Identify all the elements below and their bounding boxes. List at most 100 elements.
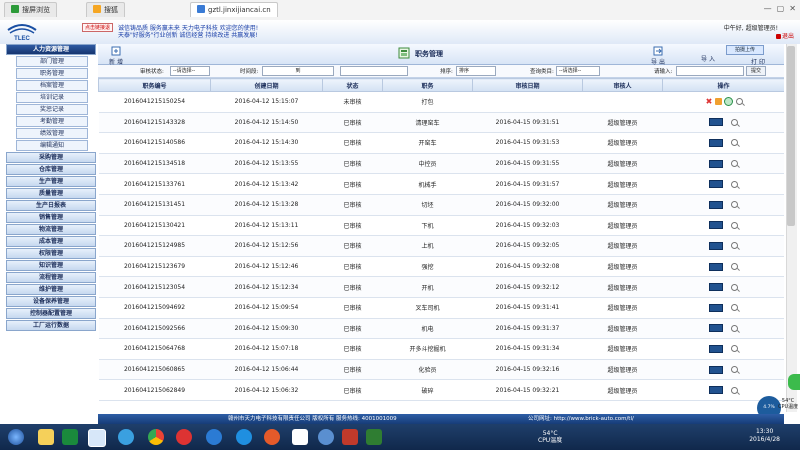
sidebar-item-training[interactable]: 培训记录 <box>16 92 88 103</box>
table-row[interactable]: 2016041215134518 2016-04-12 15:13:55 已审核 中控… <box>98 153 784 175</box>
wps-icon[interactable] <box>342 429 358 445</box>
search-icon[interactable] <box>731 366 738 374</box>
browser-icon[interactable] <box>62 429 78 445</box>
table-row[interactable]: 2016041215062849 2016-04-12 15:06:32 已审核 破碎… <box>98 379 784 401</box>
view-detail-button[interactable] <box>709 241 723 250</box>
search-icon[interactable] <box>731 221 738 229</box>
sidebar-group-quality[interactable]: 质量管理 <box>6 188 96 199</box>
sidebar-group-warehouse[interactable]: 仓库管理 <box>6 164 96 175</box>
search-icon[interactable] <box>731 345 738 353</box>
view-detail-button[interactable] <box>709 262 723 271</box>
export-button[interactable]: 导 出 <box>646 46 670 66</box>
edit-icon[interactable] <box>714 98 722 106</box>
sohu-icon[interactable] <box>88 429 106 447</box>
media-player-icon[interactable] <box>176 429 192 445</box>
sidebar-group-logistics[interactable]: 物流管理 <box>6 224 96 235</box>
search-icon[interactable] <box>731 118 738 126</box>
search-icon[interactable] <box>731 386 738 394</box>
delete-icon[interactable]: ✖ <box>706 98 713 106</box>
column-header[interactable]: 职务 <box>382 78 473 92</box>
header-badge[interactable]: 点击链接退 <box>82 23 114 32</box>
sidebar-group-cost[interactable]: 成本管理 <box>6 236 96 247</box>
k-app-icon[interactable] <box>206 429 222 445</box>
table-row[interactable]: 2016041215140586 2016-04-12 15:14:30 已审核 开窑… <box>98 132 784 154</box>
explorer-icon[interactable] <box>38 429 54 445</box>
table-row[interactable]: 2016041215092566 2016-04-12 15:09:30 已审核 机电… <box>98 318 784 340</box>
view-detail-button[interactable] <box>709 221 723 230</box>
column-header[interactable]: 状态 <box>322 78 383 92</box>
sidebar-item-position[interactable]: 职务管理 <box>16 68 88 79</box>
view-detail-button[interactable] <box>709 138 723 147</box>
cloud-icon[interactable] <box>118 429 134 445</box>
table-row[interactable]: 2016041215123054 2016-04-12 15:12:34 已审核 开机… <box>98 276 784 298</box>
k-app-icon[interactable] <box>236 429 252 445</box>
time-end-input[interactable] <box>340 66 408 76</box>
window-controls[interactable]: — ▢ ✕ <box>764 4 796 13</box>
system-clock[interactable]: 13:30 2016/4/28 <box>749 428 780 444</box>
view-detail-button[interactable] <box>709 365 723 374</box>
table-row[interactable]: 2016041215143328 2016-04-12 15:14:50 已审核 清理… <box>98 112 784 134</box>
sidebar-group-purchase[interactable]: 采购管理 <box>6 152 96 163</box>
sort-select[interactable]: 排序 <box>456 66 496 76</box>
view-detail-button[interactable] <box>709 200 723 209</box>
table-row[interactable]: 2016041215130421 2016-04-12 15:13:11 已审核 下机… <box>98 215 784 237</box>
keyword-input[interactable] <box>676 66 744 76</box>
search-icon[interactable] <box>731 201 738 209</box>
query-category-select[interactable]: --请选择-- <box>556 66 600 76</box>
sidebar-group-hr[interactable]: 人力资源管理 <box>6 44 96 55</box>
sidebar-group-controller[interactable]: 控制器配置管理 <box>6 308 96 319</box>
view-detail-button[interactable] <box>709 303 723 312</box>
search-icon[interactable] <box>731 160 738 168</box>
table-row[interactable]: 2016041215123679 2016-04-12 15:12:46 已审核 强挖… <box>98 256 784 278</box>
sidebar-item-attendance[interactable]: 考勤管理 <box>16 116 88 127</box>
capture-upload-button[interactable]: 拍摄上传 <box>726 45 764 55</box>
table-row[interactable]: 2016041215064768 2016-04-12 15:07:18 已审核 开多… <box>98 338 784 360</box>
search-icon[interactable] <box>735 98 743 106</box>
sidebar-group-permission[interactable]: 权限管理 <box>6 248 96 259</box>
sidebar-group-factory-data[interactable]: 工厂运行数据 <box>6 320 96 331</box>
table-row[interactable]: 2016041215150254 2016-04-12 15:15:07 未审核 打包… <box>98 91 784 113</box>
app-icon[interactable] <box>318 429 334 445</box>
sidebar-group-equipment[interactable]: 设备保养管理 <box>6 296 96 307</box>
column-header[interactable]: 创建日期 <box>210 78 323 92</box>
scrollbar-thumb[interactable] <box>787 46 795 226</box>
sidebar-item-performance[interactable]: 绩效管理 <box>16 128 88 139</box>
table-row[interactable]: 2016041215124985 2016-04-12 15:12:56 已审核 上机… <box>98 235 784 257</box>
table-row[interactable]: 2016041215131451 2016-04-12 15:13:28 已审核 切坯… <box>98 194 784 216</box>
sidebar-group-production[interactable]: 生产管理 <box>6 176 96 187</box>
column-header[interactable]: 审核日期 <box>472 78 583 92</box>
view-detail-button[interactable] <box>709 118 723 127</box>
approve-icon[interactable] <box>723 97 733 107</box>
new-button[interactable]: 新 增 <box>104 46 128 66</box>
red-app-icon[interactable] <box>264 429 280 445</box>
view-detail-button[interactable] <box>709 344 723 353</box>
sidebar-group-maintenance[interactable]: 维护管理 <box>6 284 96 295</box>
view-detail-button[interactable] <box>709 180 723 189</box>
view-detail-button[interactable] <box>709 386 723 395</box>
table-row[interactable]: 2016041215133761 2016-04-12 15:13:42 已审核 机械… <box>98 173 784 195</box>
side-floating-tab[interactable] <box>788 374 800 390</box>
search-icon[interactable] <box>731 242 738 250</box>
view-detail-button[interactable] <box>709 159 723 168</box>
view-detail-button[interactable] <box>709 324 723 333</box>
submit-button[interactable]: 提交 <box>746 66 766 76</box>
sidebar-group-daily-report[interactable]: 生产日报表 <box>6 200 96 211</box>
sidebar-item-reward[interactable]: 奖惩记录 <box>16 104 88 115</box>
browser-tab-2[interactable]: 搜狐 <box>86 2 125 17</box>
sidebar-item-dept[interactable]: 部门管理 <box>16 56 88 67</box>
search-icon[interactable] <box>731 263 738 271</box>
search-icon[interactable] <box>731 180 738 188</box>
sidebar-item-archive[interactable]: 档案管理 <box>16 80 88 91</box>
table-row[interactable]: 2016041215060865 2016-04-12 15:06:44 已审核 化验… <box>98 359 784 381</box>
view-detail-button[interactable] <box>709 283 723 292</box>
sidebar-group-sales[interactable]: 销售管理 <box>6 212 96 223</box>
sidebar-group-process[interactable]: 流程管理 <box>6 272 96 283</box>
browser-tab-active[interactable]: gztl.jinxijiancai.cn <box>190 2 278 17</box>
search-icon[interactable] <box>731 324 738 332</box>
search-icon[interactable] <box>731 139 738 147</box>
start-icon[interactable] <box>8 429 24 445</box>
sidebar-group-knowledge[interactable]: 知识管理 <box>6 260 96 271</box>
search-icon[interactable] <box>731 283 738 291</box>
word-icon[interactable] <box>292 429 308 445</box>
import-button[interactable]: 导 入 <box>696 54 720 63</box>
